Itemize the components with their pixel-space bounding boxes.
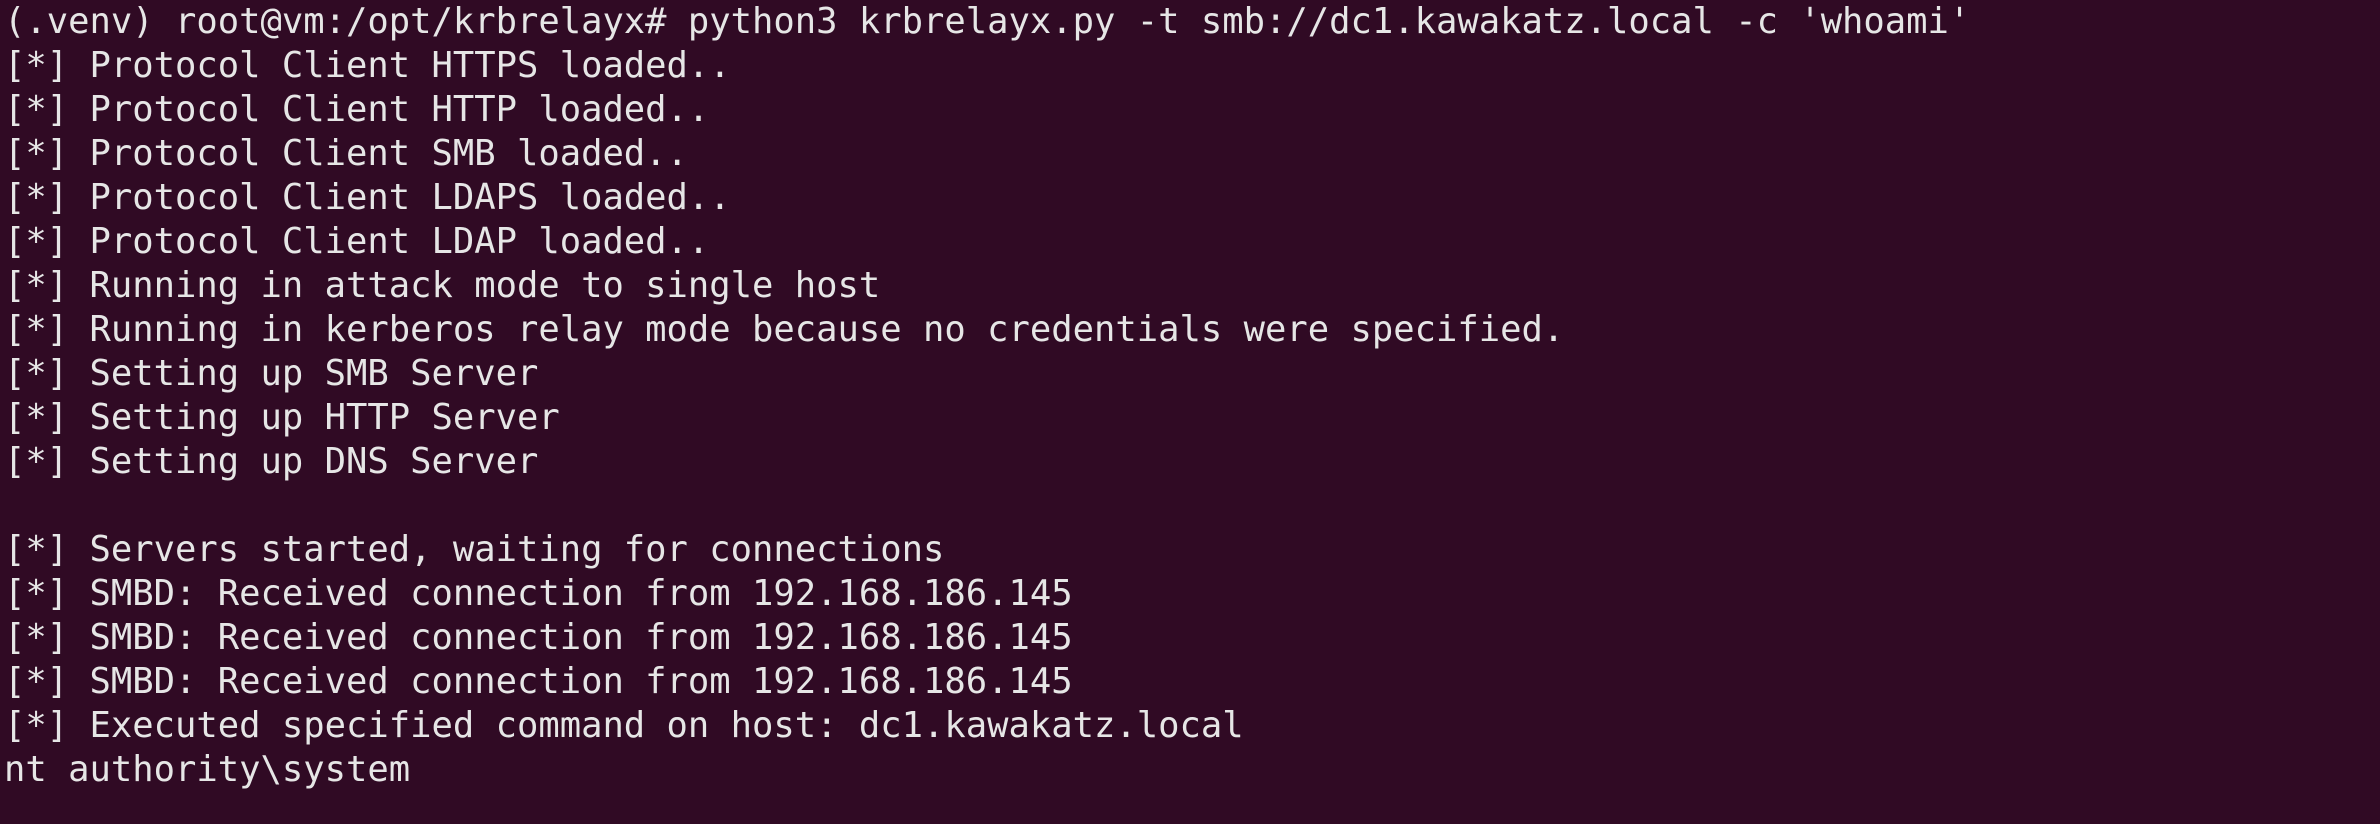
command-prompt-line: (.venv) root@vm:/opt/krbrelayx# python3 … bbox=[4, 1, 1971, 42]
output-line: [*] Protocol Client SMB loaded.. bbox=[4, 133, 688, 174]
terminal-window[interactable]: (.venv) root@vm:/opt/krbrelayx# python3 … bbox=[0, 0, 2380, 824]
output-line: [*] Setting up HTTP Server bbox=[4, 397, 560, 438]
output-line: [*] Protocol Client HTTP loaded.. bbox=[4, 89, 710, 130]
command-result-line: nt authority\system bbox=[4, 749, 411, 790]
output-line: [*] SMBD: Received connection from 192.1… bbox=[4, 573, 1073, 614]
output-line: [*] Running in attack mode to single hos… bbox=[4, 265, 881, 306]
output-line: [*] Setting up SMB Server bbox=[4, 353, 539, 394]
output-line: [*] SMBD: Received connection from 192.1… bbox=[4, 661, 1073, 702]
output-line: [*] Protocol Client HTTPS loaded.. bbox=[4, 45, 731, 86]
output-line: [*] Servers started, waiting for connect… bbox=[4, 529, 945, 570]
output-line: [*] Executed specified command on host: … bbox=[4, 705, 1244, 746]
output-line: [*] SMBD: Received connection from 192.1… bbox=[4, 617, 1073, 658]
output-line: [*] Protocol Client LDAPS loaded.. bbox=[4, 177, 731, 218]
output-line: [*] Setting up DNS Server bbox=[4, 441, 539, 482]
output-line: [*] Running in kerberos relay mode becau… bbox=[4, 309, 1565, 350]
output-line: [*] Protocol Client LDAP loaded.. bbox=[4, 221, 710, 262]
